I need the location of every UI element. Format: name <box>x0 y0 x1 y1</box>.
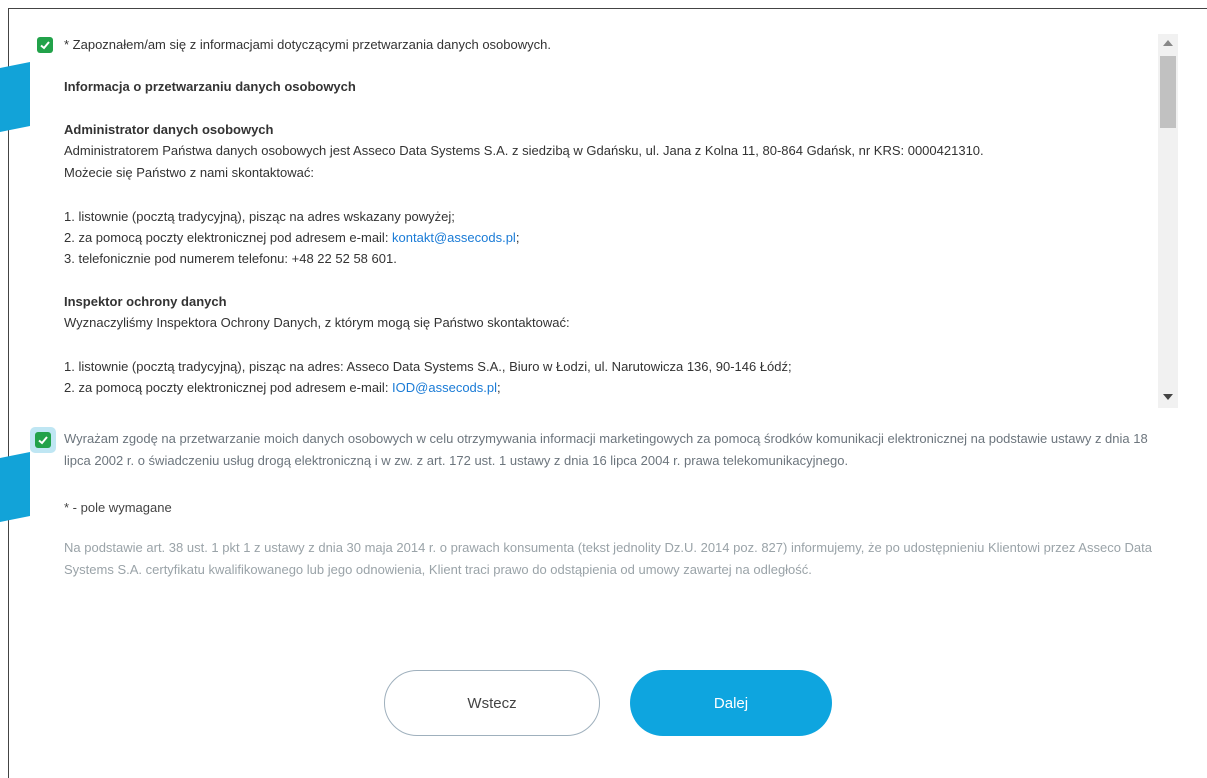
consumer-rights-notice: Na podstawie art. 38 ust. 1 pkt 1 z usta… <box>64 540 1153 577</box>
scroll-down-icon[interactable] <box>1163 394 1173 400</box>
iod-email-link[interactable]: IOD@assecods.pl <box>392 380 497 395</box>
checkmark-icon <box>38 436 48 445</box>
info-scrollbar[interactable] <box>1158 34 1178 408</box>
iod-list-item: 2. za pomocą poczty elektronicznej pod a… <box>64 377 501 398</box>
admin-list-item: 3. telefonicznie pod numerem telefonu: +… <box>64 251 397 266</box>
admin-text: Administratorem Państwa danych osobowych… <box>64 143 984 158</box>
scroll-up-icon[interactable] <box>1163 40 1173 46</box>
admin-email-suffix: ; <box>515 230 520 245</box>
scrollbar-thumb[interactable] <box>1160 56 1176 128</box>
admin-heading: Administrator danych osobowych <box>64 122 274 137</box>
consent-data-processing-label: * Zapoznałem/am się z informacjami dotyc… <box>64 37 551 52</box>
admin-list-item-text: 2. za pomocą poczty elektronicznej pod a… <box>64 230 393 245</box>
privacy-info-scrollbox[interactable]: Informacja o przetwarzaniu danych osobow… <box>64 70 1144 400</box>
iod-text: Wyznaczyliśmy Inspektora Ochrony Danych,… <box>64 315 570 330</box>
iod-heading: Inspektor ochrony danych <box>64 294 227 309</box>
admin-email-link[interactable]: kontakt@assecods.pl <box>392 230 516 245</box>
iod-list-item: 1. listownie (pocztą tradycyjną), pisząc… <box>64 359 792 374</box>
back-button[interactable]: Wstecz <box>384 670 600 736</box>
pointer-arrow-icon <box>0 452 30 522</box>
admin-list-item: 1. listownie (pocztą tradycyjną), pisząc… <box>64 209 455 224</box>
iod-list-item-text: 2. za pomocą poczty elektronicznej pod a… <box>64 380 393 395</box>
consent-marketing-checkbox[interactable] <box>35 432 51 448</box>
iod-email-suffix: ; <box>497 380 501 395</box>
consent-marketing-label: Wyrażam zgodę na przetwarzanie moich dan… <box>64 431 1148 468</box>
admin-contact: Możecie się Państwo z nami skontaktować: <box>64 165 314 180</box>
info-heading: Informacja o przetwarzaniu danych osobow… <box>64 79 356 94</box>
required-field-note: * - pole wymagane <box>64 500 172 515</box>
next-button[interactable]: Dalej <box>630 670 832 736</box>
pointer-arrow-icon <box>0 62 30 132</box>
consent-data-processing-checkbox[interactable] <box>37 37 53 53</box>
checkmark-icon <box>40 41 50 50</box>
admin-list-item: 2. za pomocą poczty elektronicznej pod a… <box>64 227 519 248</box>
